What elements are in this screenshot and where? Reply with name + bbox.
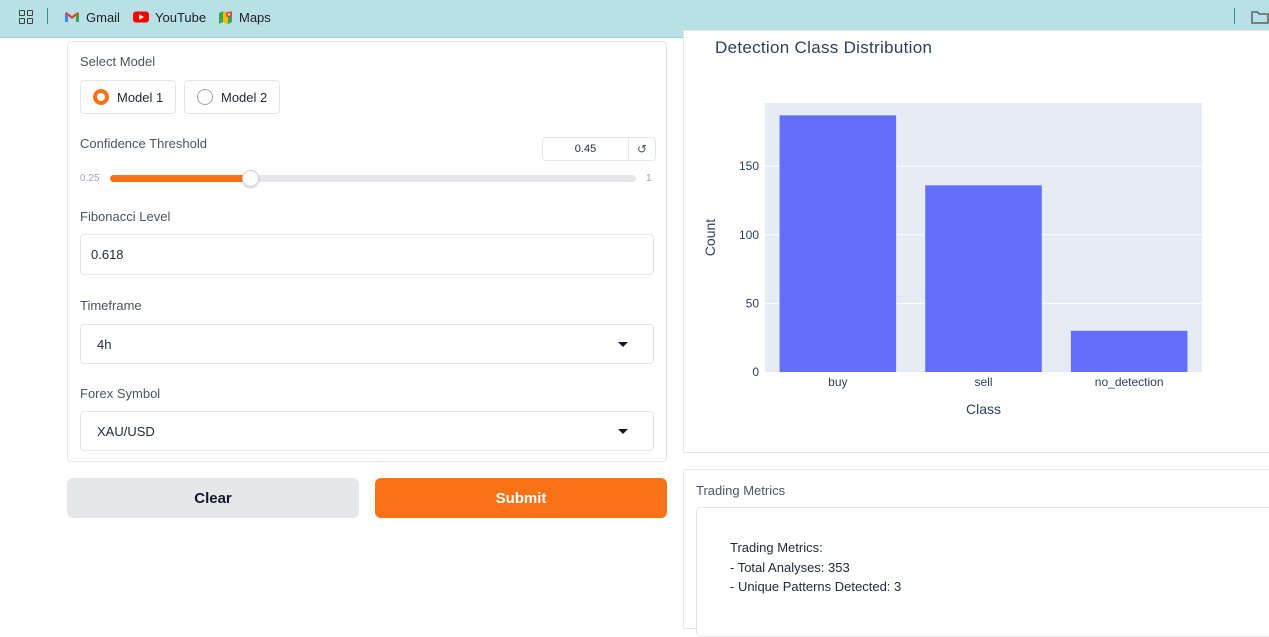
folder-icon[interactable] xyxy=(1251,10,1269,24)
radio-unchecked-icon xyxy=(197,89,213,105)
apps-grid-icon[interactable] xyxy=(19,10,33,24)
bar-chart: 0 50 100 150 buy sell no_detection Class Count xyxy=(702,103,1202,417)
clear-button[interactable]: Clear xyxy=(67,478,359,518)
y-tick-label: 0 xyxy=(752,365,759,379)
radio-label: Model 2 xyxy=(221,89,268,105)
y-tick-label: 150 xyxy=(739,159,759,173)
radio-model-2[interactable]: Model 2 xyxy=(184,80,280,114)
slider-handle[interactable] xyxy=(242,170,260,187)
symbol-dropdown[interactable]: XAU/USD xyxy=(80,411,654,451)
radio-model-1[interactable]: Model 1 xyxy=(80,80,176,114)
x-tick-label: no_detection xyxy=(1095,375,1164,389)
bar-sell xyxy=(925,185,1042,372)
submit-button[interactable]: Submit xyxy=(375,478,667,518)
chevron-down-icon xyxy=(618,342,628,347)
metrics-panel: Trading Metrics Trading Metrics: - Total… xyxy=(683,469,1269,637)
y-axis-title: Count xyxy=(702,219,718,256)
confidence-number-input[interactable]: 0.45 ↺ xyxy=(542,137,656,161)
metrics-line: - Total Analyses: 353 xyxy=(730,559,850,575)
bar-buy xyxy=(779,115,897,372)
settings-form: Select Model Model 1 Model 2 Confidence … xyxy=(67,41,667,462)
maps-icon xyxy=(219,10,232,24)
metrics-line: Trading Metrics: xyxy=(730,540,823,555)
bookmark-separator xyxy=(47,8,48,24)
x-axis-title: Class xyxy=(966,401,1001,417)
bookmark-label: Gmail xyxy=(86,9,120,25)
slider-max-label: 1 xyxy=(646,173,652,184)
metrics-line: - Unique Patterns Detected: 3 xyxy=(730,579,902,594)
confidence-slider[interactable] xyxy=(110,170,636,187)
metrics-panel-label: Trading Metrics xyxy=(696,483,786,498)
y-tick-label: 100 xyxy=(739,228,759,242)
chevron-down-icon xyxy=(618,429,628,434)
bookmark-maps[interactable]: Maps xyxy=(218,0,271,34)
radio-label: Model 1 xyxy=(117,89,164,105)
x-tick-label: sell xyxy=(974,375,992,389)
bookmark-label: YouTube xyxy=(155,9,207,25)
youtube-icon xyxy=(133,11,149,23)
bookmark-youtube[interactable]: YouTube xyxy=(133,0,206,34)
slider-fill xyxy=(110,175,251,182)
symbol-value: XAU/USD xyxy=(97,423,155,439)
slider-min-label: 0.25 xyxy=(80,173,100,184)
select-model-label: Select Model xyxy=(80,54,156,69)
chart-panel: Detection Class Distribution 0 50 100 150 bu… xyxy=(683,30,1269,453)
symbol-label: Forex Symbol xyxy=(80,386,161,401)
reset-icon[interactable]: ↺ xyxy=(629,138,655,160)
bookmark-gmail[interactable]: Gmail xyxy=(64,0,120,34)
bookmark-label: Maps xyxy=(239,9,271,25)
timeframe-value: 4h xyxy=(97,336,112,352)
radio-checked-icon xyxy=(93,89,109,105)
y-tick-label: 50 xyxy=(746,296,760,310)
confidence-value[interactable]: 0.45 xyxy=(543,138,629,160)
x-tick-label: buy xyxy=(828,375,847,389)
timeframe-dropdown[interactable]: 4h xyxy=(80,324,654,364)
fibonacci-input[interactable]: 0.618 xyxy=(80,234,654,275)
gmail-icon xyxy=(65,12,79,22)
timeframe-label: Timeframe xyxy=(80,298,142,313)
bar-no_detection xyxy=(1070,330,1188,372)
bookmark-separator xyxy=(1234,8,1235,24)
confidence-label: Confidence Threshold xyxy=(80,136,207,151)
fibonacci-label: Fibonacci Level xyxy=(80,209,171,224)
